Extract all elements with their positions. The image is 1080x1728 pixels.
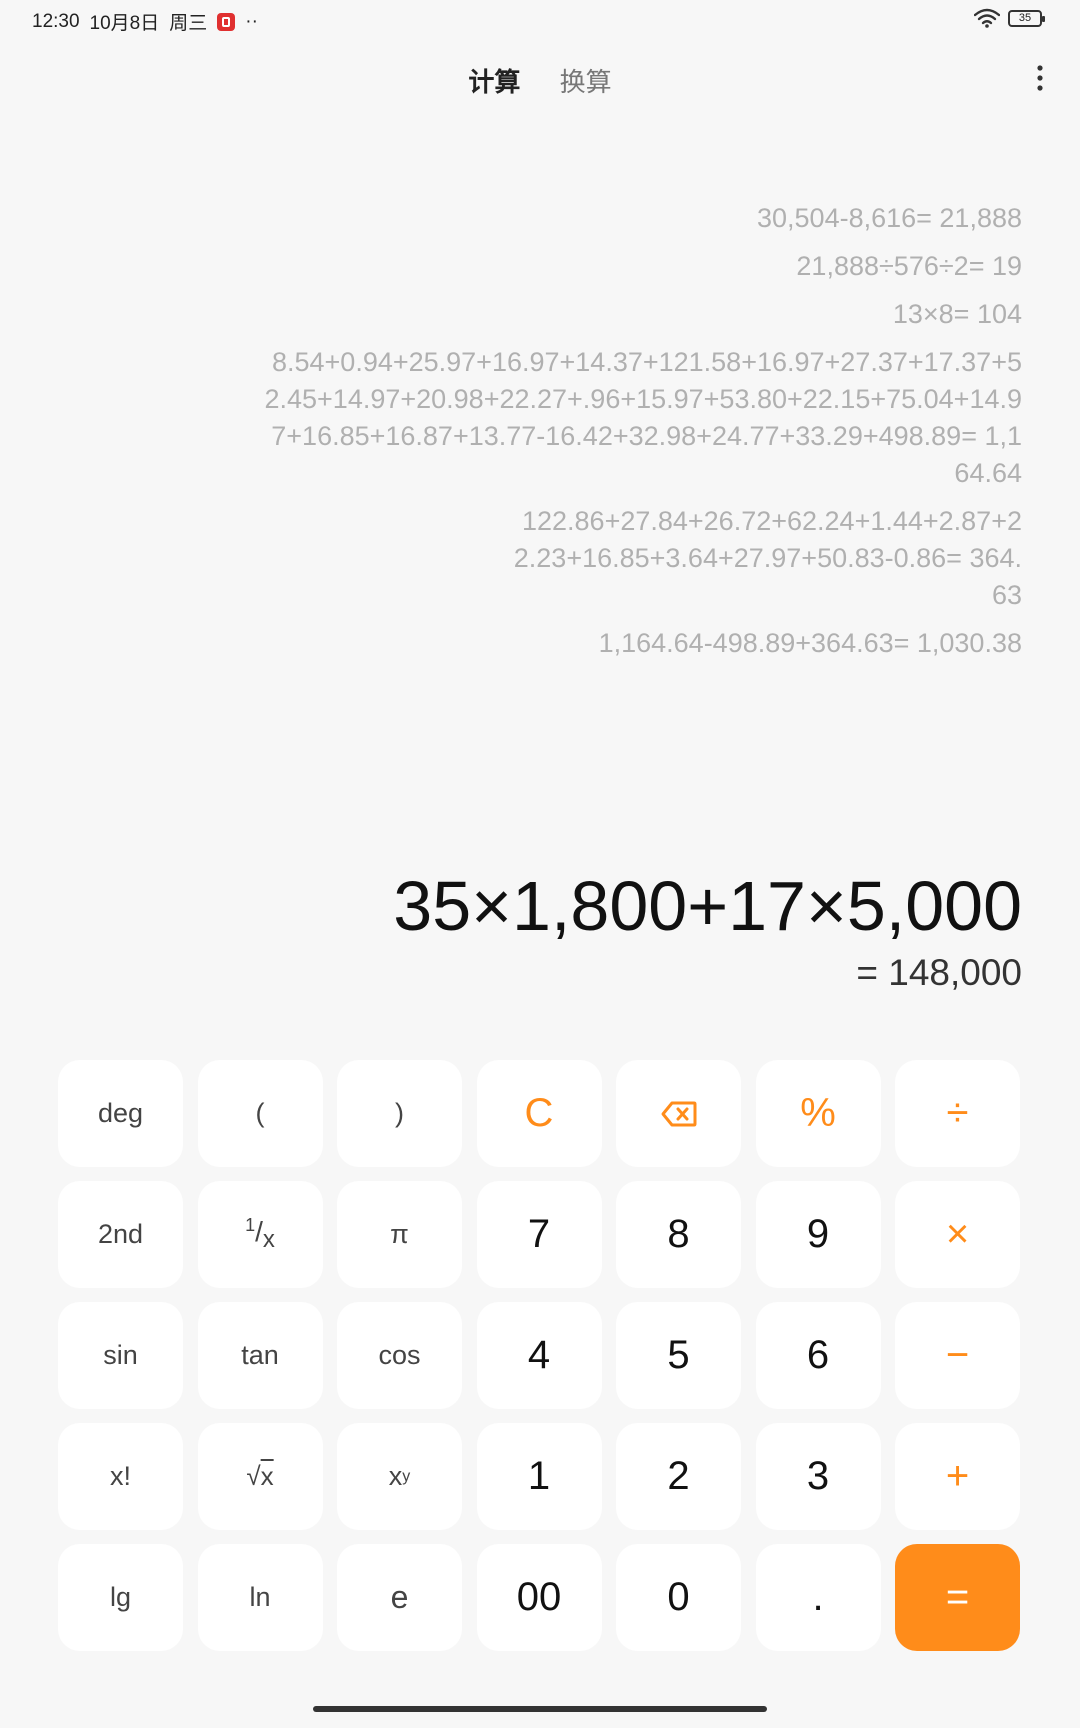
history-text: 13×8= 104 <box>892 299 1022 329</box>
history-text: 21,888÷576÷2= 19 <box>796 251 1022 281</box>
history-text: 122.86+27.84+26.72+62.24+1.44+2.87+22.23… <box>513 506 1022 610</box>
digit-9-button[interactable]: 9 <box>755 1181 881 1288</box>
status-bar-right: 35 <box>974 8 1045 28</box>
reciprocal-denominator: x <box>262 1226 275 1253</box>
more-options-icon[interactable] <box>1028 62 1052 94</box>
tab-convert[interactable]: 换算 <box>558 58 614 103</box>
sqrt-radicand: x <box>260 1461 274 1491</box>
reciprocal-button[interactable]: 1/x <box>197 1181 323 1288</box>
close-paren-button[interactable]: ) <box>337 1060 462 1167</box>
current-expression: 35×1,800+17×5,000 <box>393 867 1022 945</box>
history-entry[interactable]: 8.54+0.94+25.97+16.97+14.37+121.58+16.97… <box>262 344 1022 492</box>
ln-button[interactable]: ln <box>197 1544 323 1651</box>
minus-button[interactable]: − <box>895 1302 1020 1409</box>
history-entry[interactable]: 30,504-8,616= 21,888 <box>262 200 1022 237</box>
double-zero-button[interactable]: 00 <box>476 1544 602 1651</box>
percent-button[interactable]: % <box>755 1060 881 1167</box>
factorial-button[interactable]: x! <box>58 1423 183 1530</box>
history-text: 30,504-8,616= 21,888 <box>757 203 1022 233</box>
open-paren-button[interactable]: ( <box>197 1060 323 1167</box>
divide-button[interactable]: ÷ <box>895 1060 1020 1167</box>
digit-3-button[interactable]: 3 <box>755 1423 881 1530</box>
history-entry[interactable]: 21,888÷576÷2= 19 <box>262 248 1022 285</box>
current-result: = 148,000 <box>856 952 1022 993</box>
status-date: 10月8日 <box>89 13 160 34</box>
sqrt-button[interactable]: √x <box>197 1423 323 1530</box>
history-entry[interactable]: 1,164.64-498.89+364.63= 1,030.38 <box>262 625 1022 662</box>
home-indicator[interactable] <box>313 1706 767 1712</box>
sin-button[interactable]: sin <box>58 1302 183 1409</box>
pi-button[interactable]: π <box>337 1181 462 1288</box>
notification-app-icon <box>217 12 236 31</box>
status-time: 12:30 <box>32 10 80 32</box>
deg-button[interactable]: deg <box>58 1060 183 1167</box>
decimal-point-button[interactable]: . <box>755 1544 881 1651</box>
battery-icon: 35 <box>1008 9 1045 27</box>
mode-tabs: 计算 换算 <box>0 58 1080 103</box>
power-base: x <box>388 1461 403 1491</box>
digit-8-button[interactable]: 8 <box>616 1181 741 1288</box>
battery-level: 35 <box>1018 11 1032 24</box>
equals-button[interactable]: = <box>895 1544 1020 1651</box>
digit-4-button[interactable]: 4 <box>476 1302 602 1409</box>
digit-5-button[interactable]: 5 <box>616 1302 741 1409</box>
status-bar-left: 12:30 10月8日 周三 ·· <box>32 8 258 35</box>
backspace-icon <box>661 1101 696 1126</box>
sqrt-label: √x <box>246 1461 274 1491</box>
status-more-notifications: ·· <box>245 10 258 32</box>
reciprocal-label: 1/x <box>245 1215 275 1253</box>
status-weekday: 周三 <box>169 13 208 34</box>
clear-button[interactable]: C <box>476 1060 602 1167</box>
cos-button[interactable]: cos <box>337 1302 462 1409</box>
reciprocal-numerator: 1 <box>245 1215 256 1235</box>
digit-1-button[interactable]: 1 <box>476 1423 602 1530</box>
status-bar: 12:30 10月8日 周三 ·· 35 <box>0 0 1080 40</box>
digit-7-button[interactable]: 7 <box>476 1181 602 1288</box>
lg-button[interactable]: lg <box>58 1544 183 1651</box>
power-exponent: y <box>402 1467 411 1485</box>
wifi-icon <box>974 8 1000 28</box>
digit-0-button[interactable]: 0 <box>616 1544 741 1651</box>
history-entry[interactable]: 122.86+27.84+26.72+62.24+1.44+2.87+22.23… <box>262 503 1022 614</box>
e-constant-button[interactable]: e <box>337 1544 462 1651</box>
multiply-button[interactable]: × <box>895 1181 1020 1288</box>
history-text: 8.54+0.94+25.97+16.97+14.37+121.58+16.97… <box>264 347 1022 488</box>
history-text: 1,164.64-498.89+364.63= 1,030.38 <box>598 628 1022 658</box>
digit-2-button[interactable]: 2 <box>616 1423 741 1530</box>
history-entry[interactable]: 13×8= 104 <box>262 296 1022 333</box>
digit-6-button[interactable]: 6 <box>755 1302 881 1409</box>
backspace-button[interactable] <box>616 1060 741 1167</box>
tab-calculate[interactable]: 计算 <box>466 58 522 103</box>
power-button[interactable]: xy <box>337 1423 462 1530</box>
plus-button[interactable]: + <box>895 1423 1020 1530</box>
tan-button[interactable]: tan <box>197 1302 323 1409</box>
calculation-history: 30,504-8,616= 21,888 21,888÷576÷2= 19 13… <box>262 200 1022 673</box>
second-function-button[interactable]: 2nd <box>58 1181 183 1288</box>
keypad: deg ( ) C % ÷ 2nd 1/x π 7 8 9 × sin tan … <box>58 1060 1021 1651</box>
